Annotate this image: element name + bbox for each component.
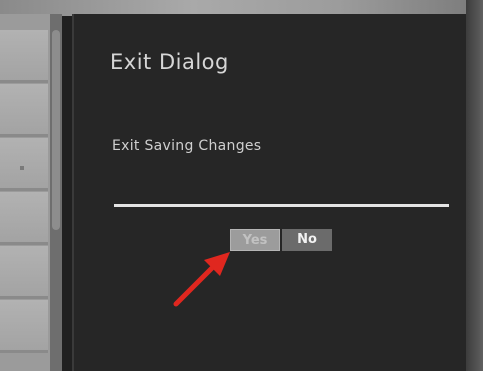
background-menu-row (0, 84, 48, 137)
background-menu-row (0, 192, 48, 245)
background-menu-row (0, 138, 48, 191)
dialog-divider (114, 204, 449, 207)
background-menu-row (0, 246, 48, 299)
red-arrow-annotation-icon (173, 252, 230, 307)
background-menu-mark (20, 166, 24, 170)
screen-edge (466, 0, 483, 371)
background-scrollbar-thumb (52, 30, 60, 230)
exit-dialog: Exit Dialog Exit Saving Changes Yes No (72, 14, 474, 371)
screen: Exit Dialog Exit Saving Changes Yes No (0, 0, 483, 371)
background-menu-row (0, 300, 48, 353)
no-button[interactable]: No (282, 229, 332, 251)
dialog-message: Exit Saving Changes (112, 138, 262, 154)
dialog-title: Exit Dialog (110, 50, 229, 74)
background-menu-row (0, 30, 48, 83)
